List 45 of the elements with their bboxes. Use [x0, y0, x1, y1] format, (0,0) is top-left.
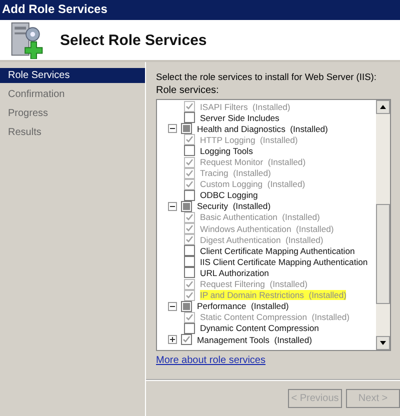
wizard-step[interactable]: Results [0, 125, 145, 140]
wizard-step[interactable]: Progress [0, 106, 145, 121]
expand-icon[interactable] [168, 335, 177, 344]
role-service-label: Windows Authentication (Installed) [200, 224, 334, 234]
role-service-label: Request Filtering (Installed) [200, 279, 308, 290]
role-service-label: Client Certificate Mapping Authentication [200, 246, 355, 256]
checkbox[interactable] [184, 245, 195, 256]
role-service-label: ISAPI Filters (Installed) [200, 102, 290, 112]
role-service-label: Dynamic Content Compression [200, 323, 319, 334]
role-service-label: Basic Authentication (Installed) [200, 212, 320, 222]
checkbox[interactable] [184, 145, 195, 156]
collapse-icon[interactable] [168, 124, 177, 134]
role-group-label: Performance (Installed) [197, 301, 289, 312]
scrollbar[interactable] [376, 100, 390, 350]
role-services-list[interactable] [156, 99, 391, 351]
more-info-link[interactable]: More about role services [156, 355, 266, 366]
checkbox[interactable] [184, 256, 195, 268]
window-title: Add Role Services [0, 0, 400, 20]
role-service-label: Request Monitor (Installed) [200, 157, 306, 168]
checkbox[interactable] [181, 334, 192, 346]
wizard-step[interactable]: Role Services [0, 68, 145, 83]
role-service-label: URL Authorization [200, 268, 269, 278]
role-service-label: Server Side Includes [200, 112, 280, 123]
checkbox[interactable] [184, 322, 195, 334]
page-heading: Select Role Services [60, 32, 207, 48]
role-service-label: Logging Tools [200, 146, 253, 156]
role-group-label: Health and Diagnostics (Installed) [197, 124, 328, 134]
role-service-label: ODBC Logging [200, 190, 258, 200]
role-service-label: IIS Client Certificate Mapping Authentication [200, 256, 368, 267]
role-service-label: Digest Authentication (Installed) [200, 234, 324, 245]
checkbox[interactable] [184, 112, 195, 124]
role-group-label: Management Tools (Installed) [197, 334, 312, 345]
role-service-label: Tracing (Installed) [200, 168, 271, 178]
role-service-label: Static Content Compression (Installed) [200, 312, 350, 322]
instruction-text: Select the role services to install for Web Server (IIS): [156, 72, 378, 82]
collapse-icon[interactable] [168, 302, 177, 311]
collapse-icon[interactable] [168, 202, 177, 211]
wizard-step[interactable]: Confirmation [0, 87, 145, 102]
role-group-label: Security (Installed) [197, 201, 271, 212]
role-service-label: IP and Domain Restrictions (Installed) [200, 290, 346, 300]
role-service-label: Custom Logging (Installed) [200, 179, 306, 190]
checkbox[interactable] [184, 190, 195, 201]
checkbox[interactable] [184, 267, 195, 278]
list-label: Role services: [156, 85, 220, 96]
role-service-label: HTTP Logging (Installed) [200, 134, 298, 145]
